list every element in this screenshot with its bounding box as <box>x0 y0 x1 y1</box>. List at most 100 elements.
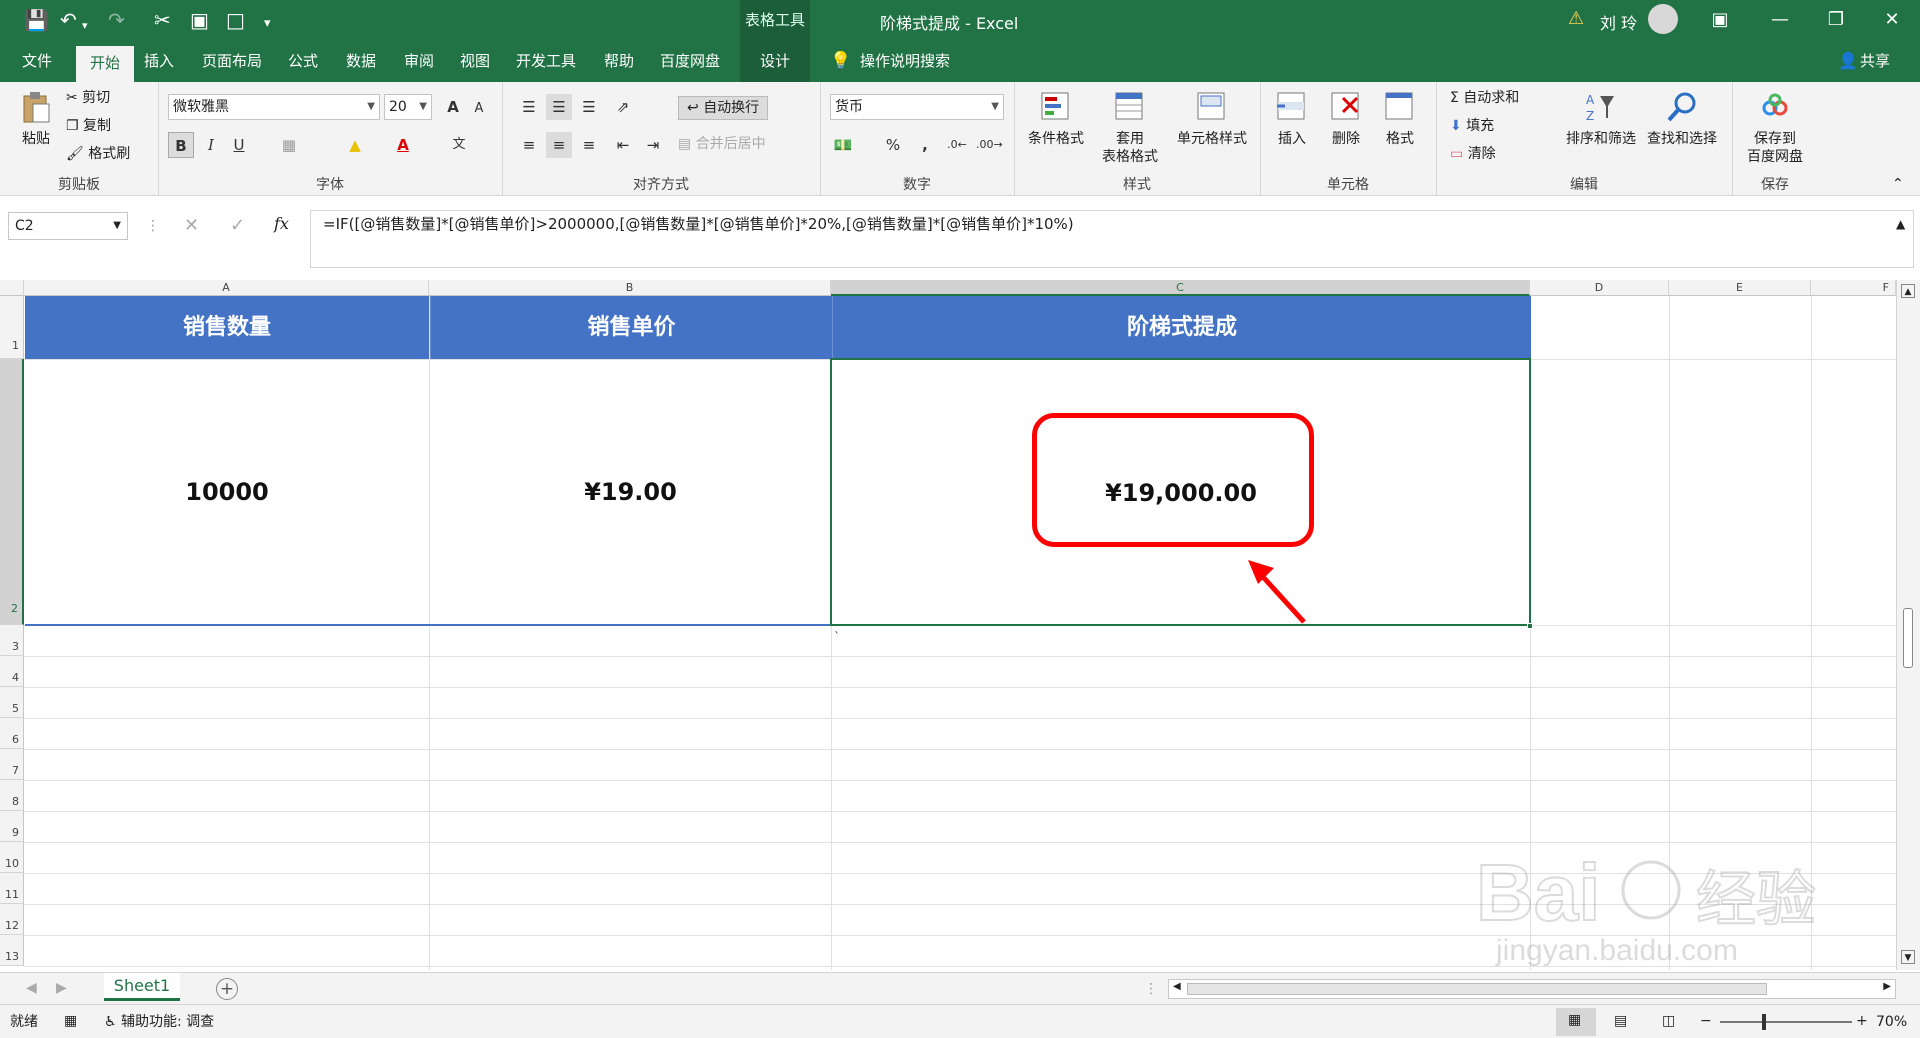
fill-button[interactable]: ⬇ 填充 <box>1450 116 1494 136</box>
scroll-thumb[interactable] <box>1903 608 1913 668</box>
normal-view-button[interactable]: ▦ <box>1556 1008 1596 1036</box>
clear-button[interactable]: ▭ 清除 <box>1450 144 1496 164</box>
table-header-cell[interactable]: 阶梯式提成 <box>832 296 1531 359</box>
italic-button[interactable]: I <box>198 132 224 158</box>
tab-home[interactable]: 开始 <box>76 46 134 82</box>
row-header-4[interactable]: 4 <box>0 656 24 687</box>
sort-filter-button[interactable]: AZ 排序和筛选 <box>1562 90 1640 148</box>
undo-icon[interactable]: ↶ <box>60 8 77 32</box>
minimize-icon[interactable]: — <box>1760 6 1800 34</box>
column-header-a[interactable]: A <box>24 280 429 296</box>
column-header-f[interactable]: F <box>1811 280 1896 296</box>
grow-font-button[interactable]: A <box>440 94 466 120</box>
print-preview-icon[interactable]: ▣ <box>190 8 209 32</box>
tab-baidu-pan[interactable]: 百度网盘 <box>660 50 720 72</box>
add-sheet-icon[interactable]: + <box>216 978 238 1000</box>
select-all-corner[interactable] <box>0 280 24 296</box>
decrease-indent-icon[interactable]: ⇤ <box>610 132 636 158</box>
format-cells-button[interactable]: 格式 <box>1374 90 1426 148</box>
cut-button[interactable]: ✂ 剪切 <box>66 88 110 108</box>
bold-button[interactable]: B <box>168 132 194 158</box>
customize-qat-icon[interactable]: ▾ <box>264 12 271 36</box>
align-right-icon[interactable]: ≡ <box>576 132 602 158</box>
fill-color-icon[interactable]: ▲ <box>342 132 368 158</box>
merge-center-button[interactable]: ▤ 合并后居中 <box>678 134 766 154</box>
insert-function-button[interactable]: fx <box>274 214 289 234</box>
cancel-entry-icon[interactable]: ✕ <box>184 216 199 236</box>
prev-sheet-icon[interactable]: ◀ <box>26 978 37 998</box>
worksheet-grid[interactable]: A B C D E F 1 2 3 4 5 6 7 8 9 10 11 12 1… <box>0 280 1920 970</box>
format-painter-button[interactable]: 🖌 格式刷 <box>66 144 130 164</box>
format-as-table-button[interactable]: 套用 表格格式 <box>1094 90 1166 166</box>
accounting-format-icon[interactable]: 💵 <box>830 132 856 158</box>
scroll-thumb[interactable] <box>1187 983 1767 995</box>
row-header-2[interactable]: 2 <box>0 359 24 625</box>
redo-icon[interactable]: ↷ <box>108 8 125 32</box>
phonetic-icon[interactable]: 文 <box>446 132 472 158</box>
align-center-icon[interactable]: ≡ <box>546 132 572 158</box>
font-name-combo[interactable]: 微软雅黑 ▼ <box>168 94 380 120</box>
delete-cells-button[interactable]: 删除 <box>1320 90 1372 148</box>
tab-data[interactable]: 数据 <box>346 50 376 72</box>
save-icon[interactable]: 💾 <box>24 8 49 32</box>
vertical-scrollbar[interactable]: ▲ ▼ <box>1896 280 1920 970</box>
undo-dropdown-icon[interactable]: ▾ <box>82 14 88 38</box>
row-header-11[interactable]: 11 <box>0 873 24 904</box>
zoom-slider[interactable] <box>1720 1021 1852 1023</box>
cut-qat-icon[interactable]: ✂ <box>154 8 171 32</box>
copy-button[interactable]: ❐ 复制 <box>66 116 111 136</box>
row-header-9[interactable]: 9 <box>0 811 24 842</box>
next-sheet-icon[interactable]: ▶ <box>56 978 67 998</box>
table-header-cell[interactable]: 销售单价 <box>430 296 832 359</box>
zoom-in-button[interactable]: + <box>1856 1011 1868 1031</box>
column-header-e[interactable]: E <box>1669 280 1811 296</box>
autosum-button[interactable]: Σ 自动求和 <box>1450 88 1519 108</box>
row-header-10[interactable]: 10 <box>0 842 24 873</box>
fill-handle[interactable] <box>1527 623 1533 629</box>
horizontal-scrollbar[interactable]: ◀ ▶ <box>1168 979 1896 999</box>
zoom-slider-thumb[interactable] <box>1762 1014 1766 1030</box>
macro-record-icon[interactable]: ▦ <box>64 1011 77 1031</box>
paste-button[interactable]: 粘贴 <box>14 90 58 148</box>
zoom-level[interactable]: 70% <box>1876 1012 1907 1032</box>
collapse-ribbon-icon[interactable]: ⌃ <box>1892 174 1904 194</box>
decrease-decimal-icon[interactable]: .00→ <box>976 132 1003 158</box>
wrap-text-button[interactable]: ↩ 自动换行 <box>678 96 769 120</box>
tab-page-layout[interactable]: 页面布局 <box>202 50 262 72</box>
row-header-7[interactable]: 7 <box>0 749 24 780</box>
page-break-view-icon[interactable]: ◫ <box>1662 1011 1675 1031</box>
underline-button[interactable]: U <box>226 132 252 158</box>
tab-formulas[interactable]: 公式 <box>288 50 318 72</box>
row-header-8[interactable]: 8 <box>0 780 24 811</box>
find-select-button[interactable]: 查找和选择 <box>1642 90 1722 148</box>
tab-developer[interactable]: 开发工具 <box>516 50 576 72</box>
table-cell[interactable]: ¥19.00 <box>430 360 831 625</box>
comma-button[interactable]: , <box>912 132 938 158</box>
conditional-formatting-button[interactable]: 条件格式 <box>1024 90 1088 148</box>
number-format-combo[interactable]: 货币 ▼ <box>830 94 1004 120</box>
table-cell[interactable]: 10000 <box>25 360 429 625</box>
percent-button[interactable]: % <box>880 132 906 158</box>
tab-view[interactable]: 视图 <box>460 50 490 72</box>
accessibility-status[interactable]: ♿ 辅助功能: 调查 <box>104 1012 214 1032</box>
column-header-b[interactable]: B <box>429 280 831 296</box>
table-header-cell[interactable]: 销售数量 <box>25 296 429 359</box>
save-to-baidu-button[interactable]: 保存到 百度网盘 <box>1736 90 1814 166</box>
align-middle-icon[interactable]: ☰ <box>546 94 572 120</box>
formula-input[interactable]: =IF([@销售数量]*[@销售单价]>2000000,[@销售数量]*[@销售… <box>310 210 1914 268</box>
avatar[interactable] <box>1648 4 1678 34</box>
borders-icon[interactable]: ▦ <box>276 132 302 158</box>
sheet-tab-sheet1[interactable]: Sheet1 <box>104 973 180 1001</box>
page-layout-view-icon[interactable]: ▤ <box>1614 1011 1627 1031</box>
row-header-5[interactable]: 5 <box>0 687 24 718</box>
shrink-font-button[interactable]: A <box>466 96 492 122</box>
row-header-1[interactable]: 1 <box>0 296 24 359</box>
tab-review[interactable]: 审阅 <box>404 50 434 72</box>
new-file-icon[interactable]: □ <box>226 8 245 32</box>
restore-icon[interactable]: ❐ <box>1816 6 1856 34</box>
align-bottom-icon[interactable]: ☰ <box>576 94 602 120</box>
insert-cells-button[interactable]: 插入 <box>1266 90 1318 148</box>
row-header-6[interactable]: 6 <box>0 718 24 749</box>
scroll-left-icon[interactable]: ◀ <box>1173 981 1181 992</box>
font-color-icon[interactable]: A <box>390 132 416 158</box>
